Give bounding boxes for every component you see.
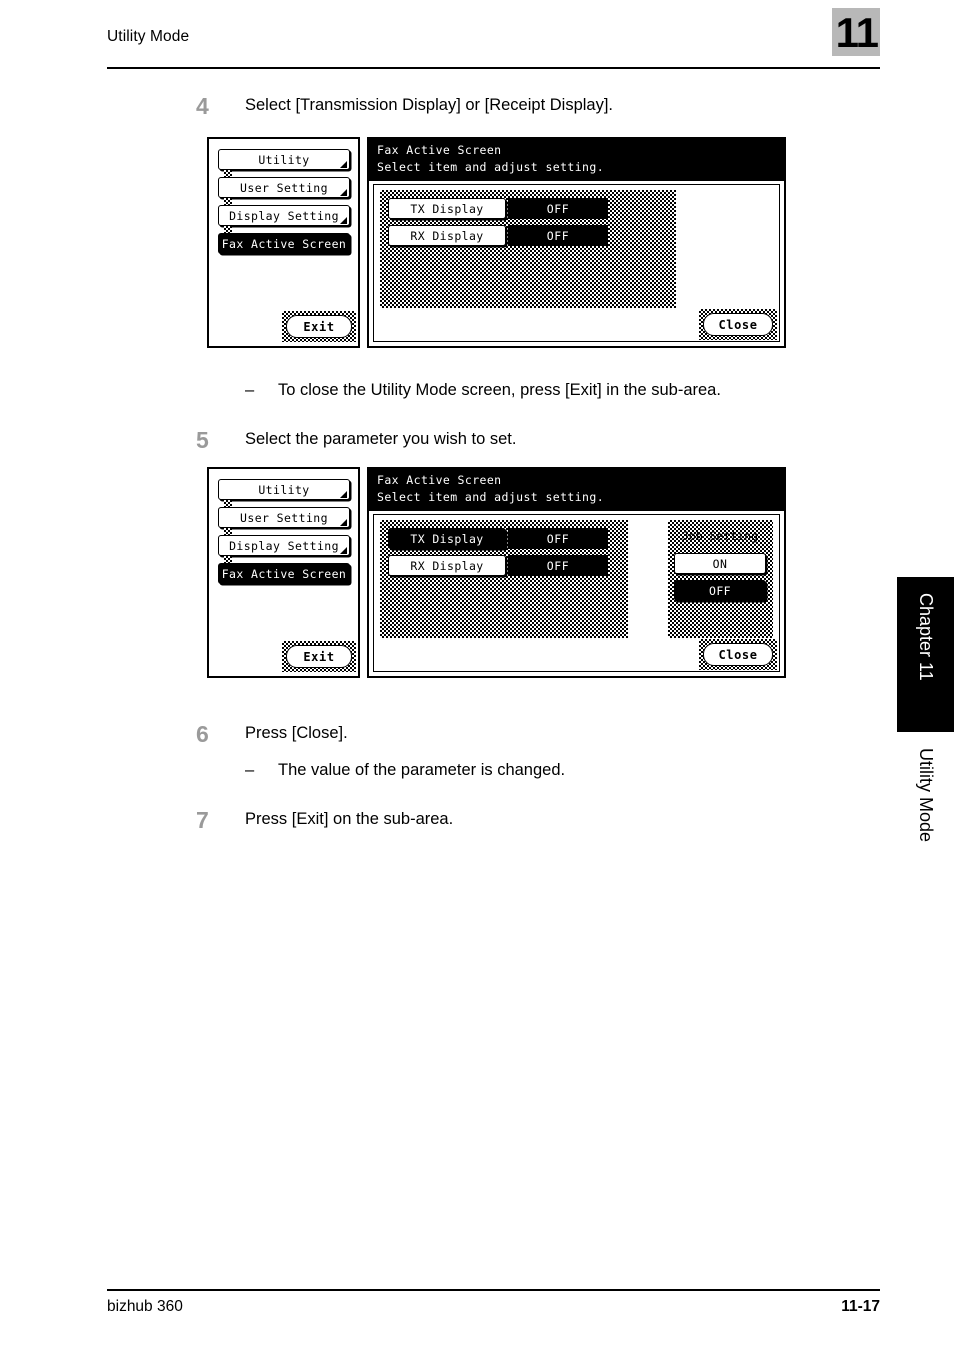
lcd2-crumb-user-setting[interactable]: User Setting [218,507,350,528]
lcd2-tx-display-value-text: OFF [546,531,570,546]
lcd2-work-area: TX Display OFF RX Display OFF [380,520,628,638]
footer-page-number: 11-17 [841,1298,880,1315]
lcd2-crumb-utility[interactable]: Utility [218,479,350,500]
lcd2-close-label: Close [718,647,758,662]
lcd2-exit-label: Exit [303,649,335,664]
lcd2-connector-1 [224,500,232,507]
lcd2-job-setting-on-label: ON [712,556,728,571]
step-7-text: Press [Exit] on the sub-area. [245,810,454,828]
lcd1-rx-display-button[interactable]: RX Display [388,225,506,246]
lcd2-job-setting-label: Job Setting [681,528,759,543]
header-divider [107,67,880,69]
lcd1-crumb-display-setting[interactable]: Display Setting [218,205,350,226]
side-tab-section-label: Utility Mode [916,748,936,843]
note-1-dash: – [245,381,255,399]
lcd1-crumb-utility[interactable]: Utility [218,149,350,170]
lcd2-main-panel: Fax Active Screen Select item and adjust… [367,467,786,678]
lcd2-connector-2 [224,528,232,535]
lcd2-titlebar: Fax Active Screen Select item and adjust… [369,469,784,511]
lcd2-title: Fax Active Screen [377,473,502,487]
lcd2-rx-display-button[interactable]: RX Display [388,555,506,576]
lcd2-job-setting-panel: Job Setting ON OFF [668,520,773,638]
lcd1-rx-display-value[interactable]: OFF [508,225,608,246]
lcd2-exit-button[interactable]: Exit [286,645,352,668]
footer-product-name: bizhub 360 [107,1298,183,1315]
note-2-text: The value of the parameter is changed. [278,761,566,779]
lcd1-rx-display-value-text: OFF [546,228,570,243]
lcd1-crumb-fax-active-screen-label: Fax Active Screen [221,236,347,251]
lcd1-sidebar: Utility User Setting Display Setting Fax… [207,137,360,348]
step-6-number: 6 [196,721,209,747]
step-5-text: Select the parameter you wish to set. [245,430,517,448]
footer-divider [107,1289,880,1291]
lcd2-connector-3 [224,556,232,563]
step-7-number: 7 [196,807,209,833]
lcd-screenshot-1: Utility User Setting Display Setting Fax… [207,137,786,348]
lcd1-close-button[interactable]: Close [703,313,773,336]
step-6-text: Press [Close]. [245,724,348,742]
lcd1-tx-display-button[interactable]: TX Display [388,198,506,219]
corner-arrow-icon [340,189,347,196]
lcd1-crumb-user-setting-label: User Setting [240,180,328,195]
lcd1-crumb-fax-active-screen[interactable]: Fax Active Screen [218,233,350,254]
lcd2-job-setting-on-option[interactable]: ON [674,553,766,574]
lcd2-tx-display-label: TX Display [410,531,484,546]
lcd1-title: Fax Active Screen [377,143,502,157]
side-tab-chapter-label: Chapter 11 [916,593,936,681]
lcd2-rx-display-value[interactable]: OFF [508,555,608,576]
corner-arrow-icon [340,519,347,526]
page-header: Utility Mode 11 [107,8,880,69]
note-1-text: To close the Utility Mode screen, press … [278,381,721,399]
lcd2-rx-display-value-text: OFF [546,558,570,573]
lcd1-crumb-utility-label: Utility [258,152,310,167]
side-tab-chapter: Chapter 11 [897,577,954,732]
page-title: Utility Mode [107,28,190,45]
lcd1-connector-1 [224,170,232,177]
side-tab-section: Utility Mode [897,742,954,887]
corner-arrow-icon [340,161,347,168]
lcd1-tx-display-label: TX Display [410,201,484,216]
step-5-number: 5 [196,427,209,453]
lcd2-tx-display-value[interactable]: OFF [508,528,608,549]
lcd1-crumb-display-setting-label: Display Setting [229,208,339,223]
lcd1-connector-2 [224,198,232,205]
lcd1-subtitle: Select item and adjust setting. [377,160,605,174]
lcd1-main-panel: Fax Active Screen Select item and adjust… [367,137,786,348]
lcd2-crumb-utility-label: Utility [258,482,310,497]
chapter-number: 11 [835,9,879,56]
lcd2-job-setting-off-option[interactable]: OFF [674,580,766,601]
lcd2-rx-display-label: RX Display [410,558,484,573]
lcd-screenshot-2: Utility User Setting Display Setting Fax… [207,467,786,678]
lcd1-exit-button[interactable]: Exit [286,315,352,338]
step-4-text: Select [Transmission Display] or [Receip… [245,96,614,114]
lcd1-crumb-user-setting[interactable]: User Setting [218,177,350,198]
lcd2-crumb-display-setting[interactable]: Display Setting [218,535,350,556]
lcd2-tx-display-button[interactable]: TX Display [388,528,506,549]
lcd1-exit-label: Exit [303,319,335,334]
lcd1-content: TX Display OFF RX Display OFF Close [373,184,780,342]
lcd1-connector-3 [224,226,232,233]
lcd1-work-area: TX Display OFF RX Display OFF [380,190,676,308]
lcd2-content: TX Display OFF RX Display OFF Job Settin… [373,514,780,672]
corner-arrow-icon [340,491,347,498]
step-4-number: 4 [196,93,209,119]
lcd1-tx-display-value-text: OFF [546,201,570,216]
lcd1-rx-display-label: RX Display [410,228,484,243]
lcd2-close-button[interactable]: Close [703,643,773,666]
lcd2-crumb-fax-active-screen[interactable]: Fax Active Screen [218,563,350,584]
lcd2-job-setting-off-label: OFF [709,583,731,598]
lcd1-tx-display-value[interactable]: OFF [508,198,608,219]
lcd2-sidebar: Utility User Setting Display Setting Fax… [207,467,360,678]
note-2-dash: – [245,761,255,779]
lcd2-subtitle: Select item and adjust setting. [377,490,605,504]
lcd2-crumb-display-setting-label: Display Setting [229,538,339,553]
lcd2-crumb-fax-active-screen-label: Fax Active Screen [221,566,347,581]
lcd2-crumb-user-setting-label: User Setting [240,510,328,525]
corner-arrow-icon [340,547,347,554]
lcd1-titlebar: Fax Active Screen Select item and adjust… [369,139,784,181]
corner-arrow-icon [340,217,347,224]
lcd1-close-label: Close [718,317,758,332]
